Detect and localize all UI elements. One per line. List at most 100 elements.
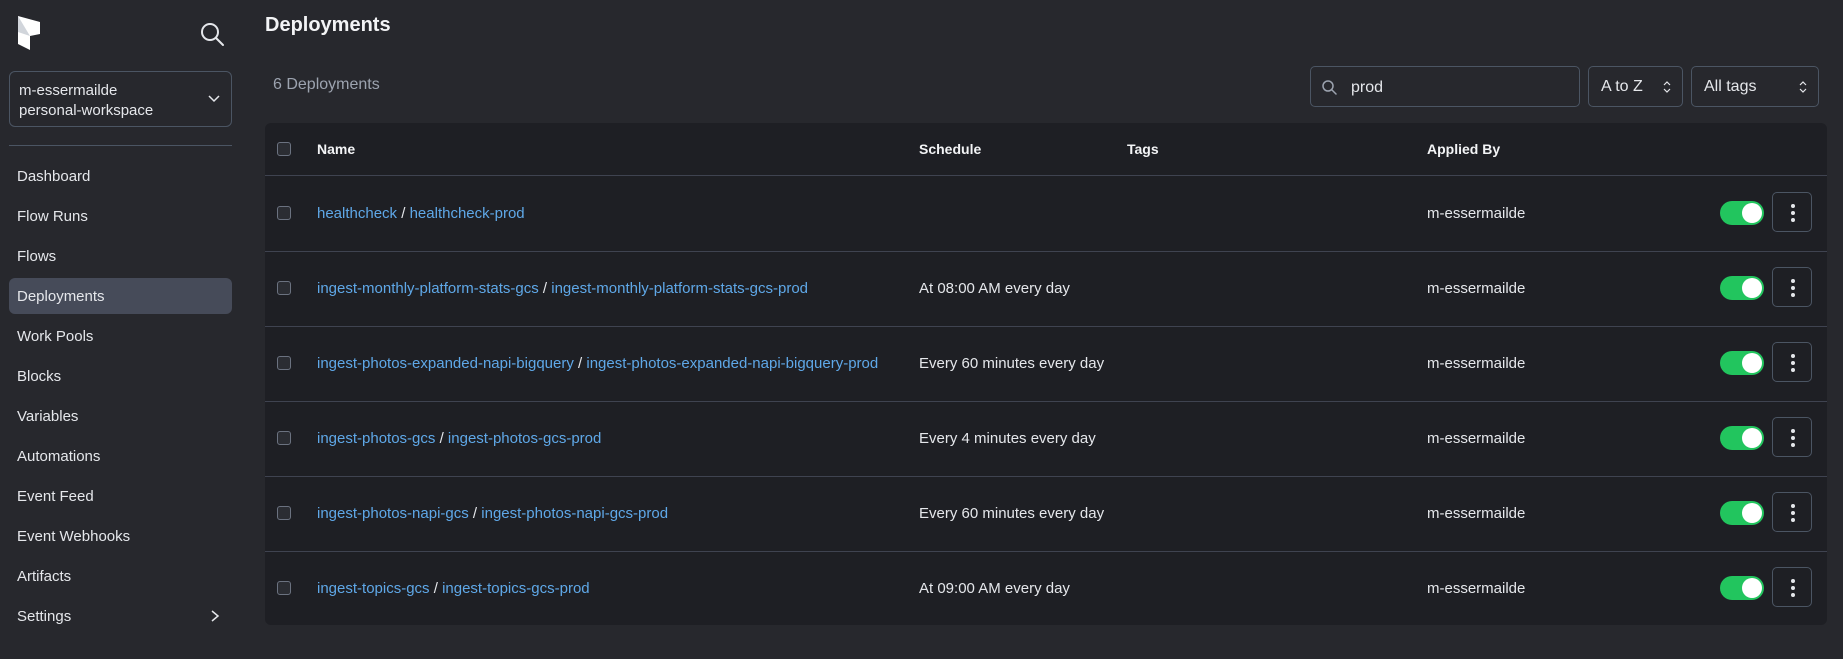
deployment-link[interactable]: healthcheck-prod — [410, 205, 525, 222]
sidebar-item-label: Automations — [17, 447, 101, 465]
sidebar-item-label: Variables — [17, 407, 79, 425]
flow-link[interactable]: ingest-photos-napi-gcs — [317, 505, 469, 522]
flow-link[interactable]: ingest-photos-gcs — [317, 430, 435, 447]
sidebar-item-label: Event Webhooks — [17, 527, 131, 545]
deployment-active-toggle[interactable] — [1720, 351, 1764, 375]
applied-by-cell: m-essermailde — [1427, 580, 1526, 597]
search-input[interactable] — [1349, 67, 1573, 108]
name-separator: / — [468, 505, 482, 522]
toggle-knob — [1742, 278, 1762, 298]
sidebar-item-flow-runs[interactable]: Flow Runs — [9, 198, 232, 234]
table-row: ingest-photos-gcs / ingest-photos-gcs-pr… — [265, 401, 1827, 477]
sidebar-item-automations[interactable]: Automations — [9, 438, 232, 474]
sidebar-item-event-feed[interactable]: Event Feed — [9, 478, 232, 514]
applied-by-cell: m-essermailde — [1427, 280, 1526, 297]
applied-by-cell: m-essermailde — [1427, 505, 1526, 522]
deployment-active-toggle[interactable] — [1720, 576, 1764, 600]
schedule-cell: At 08:00 AM every day — [919, 280, 1070, 297]
deployment-active-toggle[interactable] — [1720, 201, 1764, 225]
sidebar-item-event-webhooks[interactable]: Event Webhooks — [9, 518, 232, 554]
deployment-link[interactable]: ingest-monthly-platform-stats-gcs-prod — [551, 280, 808, 297]
name-separator: / — [538, 280, 552, 297]
name-separator: / — [573, 355, 587, 372]
row-menu-button[interactable] — [1772, 192, 1812, 232]
row-menu-button[interactable] — [1772, 492, 1812, 532]
sidebar-divider — [9, 145, 232, 146]
deployment-count: 6 Deployments — [273, 76, 380, 93]
sidebar-item-artifacts[interactable]: Artifacts — [9, 558, 232, 594]
workspace-selector[interactable]: m-essermailde personal-workspace — [9, 71, 232, 127]
sidebar-item-work-pools[interactable]: Work Pools — [9, 318, 232, 354]
applied-by-cell: m-essermailde — [1427, 205, 1526, 222]
tags-select-value: All tags — [1704, 78, 1757, 95]
deployment-link[interactable]: ingest-topics-gcs-prod — [442, 580, 590, 597]
deployment-name-cell: healthcheck / healthcheck-prod — [317, 205, 525, 222]
applied-by-cell: m-essermailde — [1427, 355, 1526, 372]
table-row: ingest-photos-expanded-napi-bigquery / i… — [265, 326, 1827, 402]
row-checkbox[interactable] — [277, 431, 291, 445]
sidebar-item-dashboard[interactable]: Dashboard — [9, 158, 232, 194]
select-all-checkbox[interactable] — [277, 142, 291, 156]
row-checkbox[interactable] — [277, 206, 291, 220]
schedule-cell: Every 4 minutes every day — [919, 430, 1096, 447]
sort-select-value: A to Z — [1601, 78, 1643, 95]
sort-select[interactable]: A to Z — [1588, 66, 1683, 107]
workspace-name: personal-workspace — [19, 102, 154, 119]
deployment-active-toggle[interactable] — [1720, 501, 1764, 525]
deployment-active-toggle[interactable] — [1720, 426, 1764, 450]
flow-link[interactable]: ingest-photos-expanded-napi-bigquery — [317, 355, 574, 372]
row-checkbox[interactable] — [277, 581, 291, 595]
column-header-applied-by[interactable]: Applied By — [1427, 141, 1500, 157]
column-header-name[interactable]: Name — [317, 141, 355, 157]
deployment-active-toggle[interactable] — [1720, 276, 1764, 300]
deployment-name-cell: ingest-monthly-platform-stats-gcs / inge… — [317, 280, 808, 297]
deployment-name-cell: ingest-photos-gcs / ingest-photos-gcs-pr… — [317, 430, 601, 447]
column-header-schedule[interactable]: Schedule — [919, 141, 981, 157]
row-menu-button[interactable] — [1772, 267, 1812, 307]
column-header-tags[interactable]: Tags — [1127, 141, 1159, 157]
schedule-cell: At 09:00 AM every day — [919, 580, 1070, 597]
sidebar: m-essermailde personal-workspace Dashboa… — [0, 0, 249, 659]
flow-link[interactable]: ingest-topics-gcs — [317, 580, 430, 597]
deployment-link[interactable]: ingest-photos-napi-gcs-prod — [481, 505, 668, 522]
row-checkbox[interactable] — [277, 281, 291, 295]
schedule-cell: Every 60 minutes every day — [919, 355, 1105, 372]
row-checkbox[interactable] — [277, 356, 291, 370]
tags-select[interactable]: All tags — [1691, 66, 1819, 107]
name-separator: / — [429, 580, 443, 597]
sidebar-item-deployments[interactable]: Deployments — [9, 278, 232, 314]
sidebar-item-blocks[interactable]: Blocks — [9, 358, 232, 394]
toggle-knob — [1742, 578, 1762, 598]
sidebar-item-flows[interactable]: Flows — [9, 238, 232, 274]
sidebar-item-variables[interactable]: Variables — [9, 398, 232, 434]
applied-by-cell: m-essermailde — [1427, 430, 1526, 447]
row-menu-button[interactable] — [1772, 342, 1812, 382]
table-row: ingest-photos-napi-gcs / ingest-photos-n… — [265, 476, 1827, 552]
deployment-link[interactable]: ingest-photos-expanded-napi-bigquery-pro… — [586, 355, 878, 372]
sidebar-item-label: Artifacts — [17, 567, 72, 585]
page-title: Deployments — [265, 14, 391, 36]
flow-link[interactable]: healthcheck — [317, 205, 397, 222]
schedule-cell: Every 60 minutes every day — [919, 505, 1105, 522]
name-separator: / — [397, 205, 410, 222]
flow-link[interactable]: ingest-monthly-platform-stats-gcs — [317, 280, 539, 297]
chevron-down-icon — [208, 95, 220, 103]
table-row: ingest-monthly-platform-stats-gcs / inge… — [265, 251, 1827, 327]
deployment-link[interactable]: ingest-photos-gcs-prod — [448, 430, 601, 447]
row-checkbox[interactable] — [277, 506, 291, 520]
row-menu-button[interactable] — [1772, 417, 1812, 457]
row-menu-button[interactable] — [1772, 567, 1812, 607]
workspace-account: m-essermailde — [19, 82, 118, 99]
search-field[interactable] — [1310, 66, 1580, 108]
updown-chevron-icon — [1663, 81, 1671, 93]
deployment-name-cell: ingest-photos-napi-gcs / ingest-photos-n… — [317, 505, 668, 522]
name-separator: / — [435, 430, 448, 447]
prefect-logo-icon[interactable] — [16, 14, 44, 52]
chevron-right-icon — [211, 610, 220, 622]
sidebar-item-settings[interactable]: Settings — [9, 598, 232, 634]
sidebar-item-label: Dashboard — [17, 167, 91, 185]
toggle-knob — [1742, 503, 1762, 523]
search-icon[interactable] — [198, 20, 226, 48]
sidebar-item-label: Blocks — [17, 367, 62, 385]
sidebar-item-label: Deployments — [17, 287, 105, 305]
